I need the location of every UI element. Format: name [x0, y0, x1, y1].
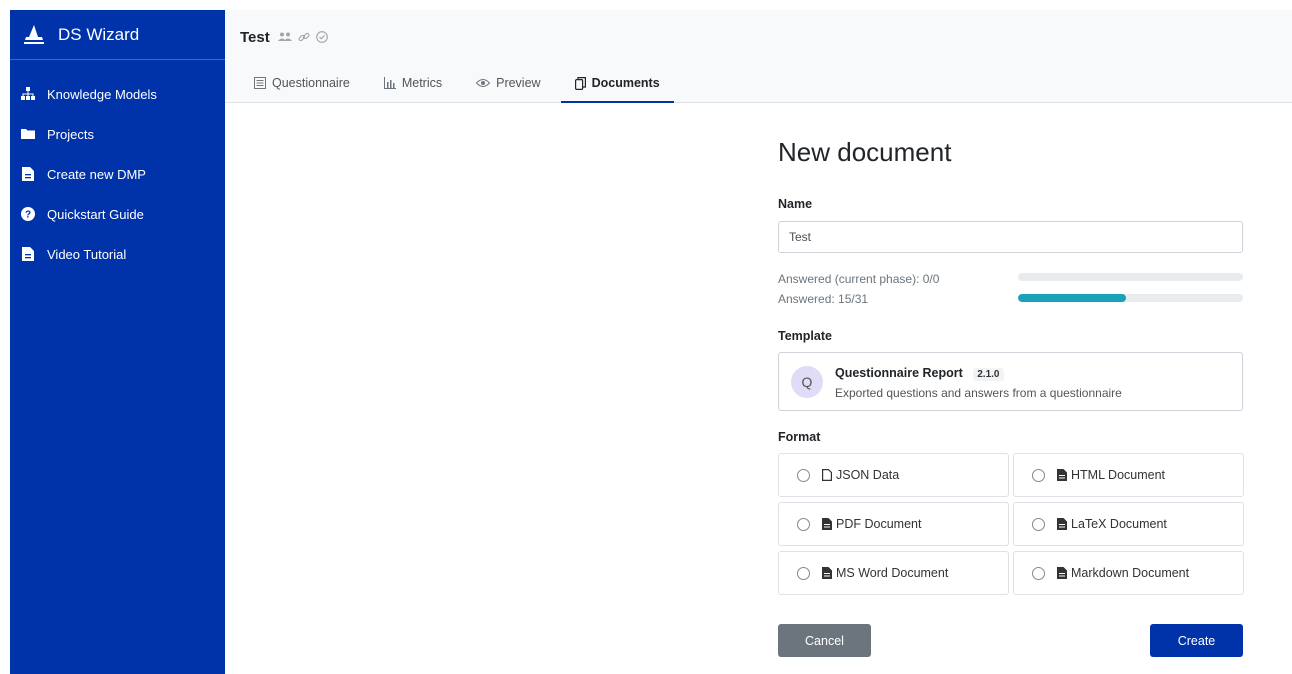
tab-label: Questionnaire [272, 76, 350, 90]
progress-label-current-phase: Answered (current phase): 0/0 [778, 272, 940, 286]
project-header: Test Questionnaire Metrics Preview Docum… [225, 10, 1292, 103]
format-option-pdf[interactable]: PDF Document [778, 502, 1009, 546]
progress-bar-current-phase [1018, 273, 1243, 281]
format-options: JSON Data HTML Document PDF Document LaT… [778, 453, 1244, 595]
format-label: JSON Data [836, 468, 900, 482]
template-avatar: Q [791, 365, 823, 398]
tab-label: Preview [496, 76, 541, 90]
format-option-html[interactable]: HTML Document [1013, 453, 1244, 497]
format-label: HTML Document [1071, 468, 1166, 482]
folder-icon [21, 127, 35, 141]
question-circle-icon: ? [21, 207, 35, 221]
create-button[interactable]: Create [1150, 624, 1243, 657]
template-label: Template [778, 329, 832, 343]
file-icon [21, 167, 35, 181]
sidebar-item-label: Knowledge Models [47, 86, 157, 102]
sidebar-item-label: Create new DMP [47, 166, 146, 182]
format-option-latex[interactable]: LaTeX Document [1013, 502, 1244, 546]
tab-documents[interactable]: Documents [560, 76, 674, 103]
radio-button[interactable] [1032, 517, 1045, 531]
name-label: Name [778, 197, 813, 211]
tabs: Questionnaire Metrics Preview Documents [225, 64, 1292, 103]
format-option-markdown[interactable]: Markdown Document [1013, 551, 1244, 595]
file-text-icon [1057, 567, 1067, 579]
sitemap-icon [21, 87, 35, 101]
project-title: Test [240, 28, 270, 46]
format-option-ms-word[interactable]: MS Word Document [778, 551, 1009, 595]
sidebar-item-knowledge-models[interactable]: Knowledge Models [10, 74, 225, 114]
format-label: MS Word Document [836, 566, 949, 580]
format-option-json[interactable]: JSON Data [778, 453, 1009, 497]
list-icon [254, 77, 266, 89]
template-info: Questionnaire Report 2.1.0 Exported ques… [835, 364, 1122, 400]
tab-label: Documents [591, 76, 660, 90]
file-icon [21, 247, 35, 261]
page-title: New document [778, 137, 952, 167]
format-label: LaTeX Document [1071, 517, 1167, 531]
check-circle-icon[interactable] [315, 31, 328, 43]
sidebar-item-label: Projects [47, 126, 94, 142]
format-label: Format [778, 430, 821, 444]
brand[interactable]: DS Wizard [10, 10, 225, 60]
file-code-icon [1057, 469, 1067, 481]
brand-name: DS Wizard [58, 24, 140, 44]
progress-bar-answered [1018, 294, 1243, 302]
top-border [0, 0, 1292, 10]
file-icon [822, 469, 832, 481]
radio-button[interactable] [797, 517, 810, 531]
sidebar-menu: Knowledge Models Projects Create new DMP… [10, 60, 225, 274]
sidebar-item-projects[interactable]: Projects [10, 114, 225, 154]
template-select[interactable]: Q Questionnaire Report 2.1.0 Exported qu… [778, 352, 1243, 411]
radio-button[interactable] [797, 468, 810, 482]
file-pdf-icon [822, 518, 832, 530]
tab-metrics[interactable]: Metrics [370, 76, 456, 103]
file-code-icon [1057, 518, 1067, 530]
copy-icon [574, 76, 586, 90]
cancel-button[interactable]: Cancel [778, 624, 871, 657]
radio-button[interactable] [797, 566, 810, 580]
sidebar-item-label: Quickstart Guide [47, 206, 144, 222]
file-word-icon [822, 567, 832, 579]
template-name: Questionnaire Report [835, 365, 963, 380]
template-description: Exported questions and answers from a qu… [835, 385, 1122, 400]
wizard-logo-icon [24, 24, 44, 44]
format-label: Markdown Document [1071, 566, 1190, 580]
name-input[interactable] [778, 221, 1243, 253]
tab-questionnaire[interactable]: Questionnaire [240, 76, 364, 103]
sidebar-item-quickstart-guide[interactable]: ? Quickstart Guide [10, 194, 225, 234]
svg-text:?: ? [25, 210, 31, 221]
sidebar-item-label: Video Tutorial [47, 246, 127, 262]
progress-fill [1018, 294, 1126, 302]
users-icon[interactable] [277, 32, 292, 42]
format-label: PDF Document [836, 517, 922, 531]
eye-icon [476, 78, 491, 88]
tab-label: Metrics [401, 76, 443, 90]
sidebar-item-create-new-dmp[interactable]: Create new DMP [10, 154, 225, 194]
progress-label-answered: Answered: 15/31 [778, 292, 869, 306]
link-icon[interactable] [298, 31, 310, 43]
radio-button[interactable] [1032, 468, 1045, 482]
tab-preview[interactable]: Preview [462, 76, 554, 103]
title-row: Test [225, 10, 1292, 64]
radio-button[interactable] [1032, 566, 1045, 580]
sidebar: DS Wizard Knowledge Models Projects Crea… [10, 10, 225, 674]
chart-icon [383, 77, 396, 89]
sidebar-item-video-tutorial[interactable]: Video Tutorial [10, 234, 225, 274]
template-version-badge: 2.1.0 [973, 367, 1004, 381]
